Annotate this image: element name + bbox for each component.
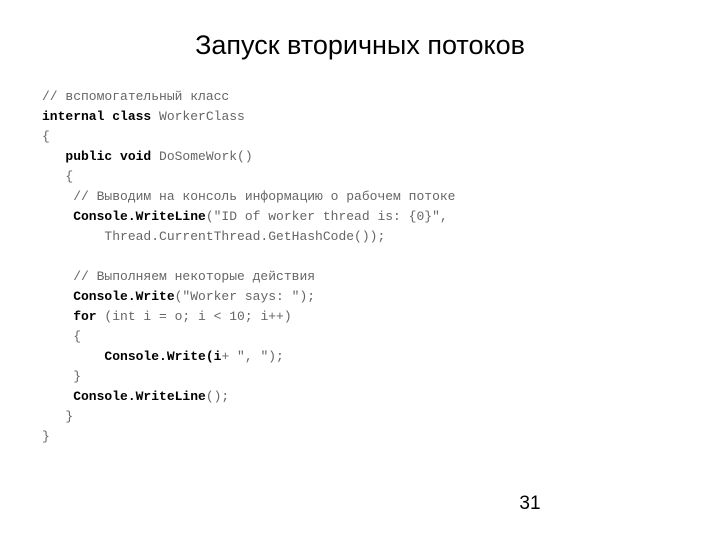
code-line: public void DoSomeWork() [42, 147, 672, 167]
code-line: // Выводим на консоль информацию о рабоч… [42, 187, 672, 207]
code-token-plain: + ", "); [221, 349, 284, 364]
code-token-brace: { [42, 129, 50, 144]
code-token-plain: ("Worker says: "); [174, 289, 316, 304]
code-token-plain: (int i = o; i < 10; i++) [104, 309, 292, 324]
code-token-plain: DoSomeWork() [159, 149, 253, 164]
code-line: { [42, 327, 672, 347]
code-block: // вспомогательный класс internal class W… [42, 87, 672, 447]
code-token-kw: internal class [42, 109, 160, 124]
code-token-kw: public void [42, 149, 160, 164]
code-token-plain: // Выполняем некоторые действия [42, 269, 316, 284]
code-line: Thread.CurrentThread.GetHashCode()); [42, 227, 672, 247]
code-line: Console.Write(i+ ", "); [42, 347, 672, 367]
code-line: } [42, 407, 672, 427]
code-token-plain: // вспомогательный класс [42, 89, 230, 104]
code-line: Console.Write("Worker says: "); [42, 287, 672, 307]
presentation-slide: Запуск вторичных потоков // вспомогатель… [0, 0, 720, 540]
code-token-plain: (); [205, 389, 230, 404]
code-token-kw: Console.WriteLine [42, 209, 206, 224]
code-token-kw: Console.Write(i [42, 349, 222, 364]
code-line: for (int i = o; i < 10; i++) [42, 307, 672, 327]
code-token-brace: { [42, 169, 74, 184]
slide-number: 31 [519, 493, 541, 514]
code-token-brace: } [42, 369, 82, 384]
code-line: { [42, 167, 672, 187]
code-token-plain: WorkerClass [159, 109, 245, 124]
code-line: internal class WorkerClass [42, 107, 672, 127]
code-line: // вспомогательный класс [42, 87, 672, 107]
code-token-kw: Console.Write [42, 289, 175, 304]
code-line: Console.WriteLine(); [42, 387, 672, 407]
code-token-brace: { [42, 329, 82, 344]
code-token-brace: } [42, 409, 74, 424]
code-token-plain: Thread.CurrentThread.GetHashCode()); [42, 229, 386, 244]
code-token-kw: for [42, 309, 105, 324]
code-line: { [42, 127, 672, 147]
code-token-brace: } [42, 429, 50, 444]
code-token-kw: Console.WriteLine [42, 389, 206, 404]
code-line: // Выполняем некоторые действия [42, 267, 672, 287]
code-line: } [42, 427, 672, 447]
page-title: Запуск вторичных потоков [195, 30, 525, 61]
code-token-plain: ("ID of worker thread is: {0}", [205, 209, 448, 224]
code-token-plain: // Выводим на консоль информацию о рабоч… [42, 189, 456, 204]
code-line: Console.WriteLine("ID of worker thread i… [42, 207, 672, 227]
code-line: } [42, 367, 672, 387]
